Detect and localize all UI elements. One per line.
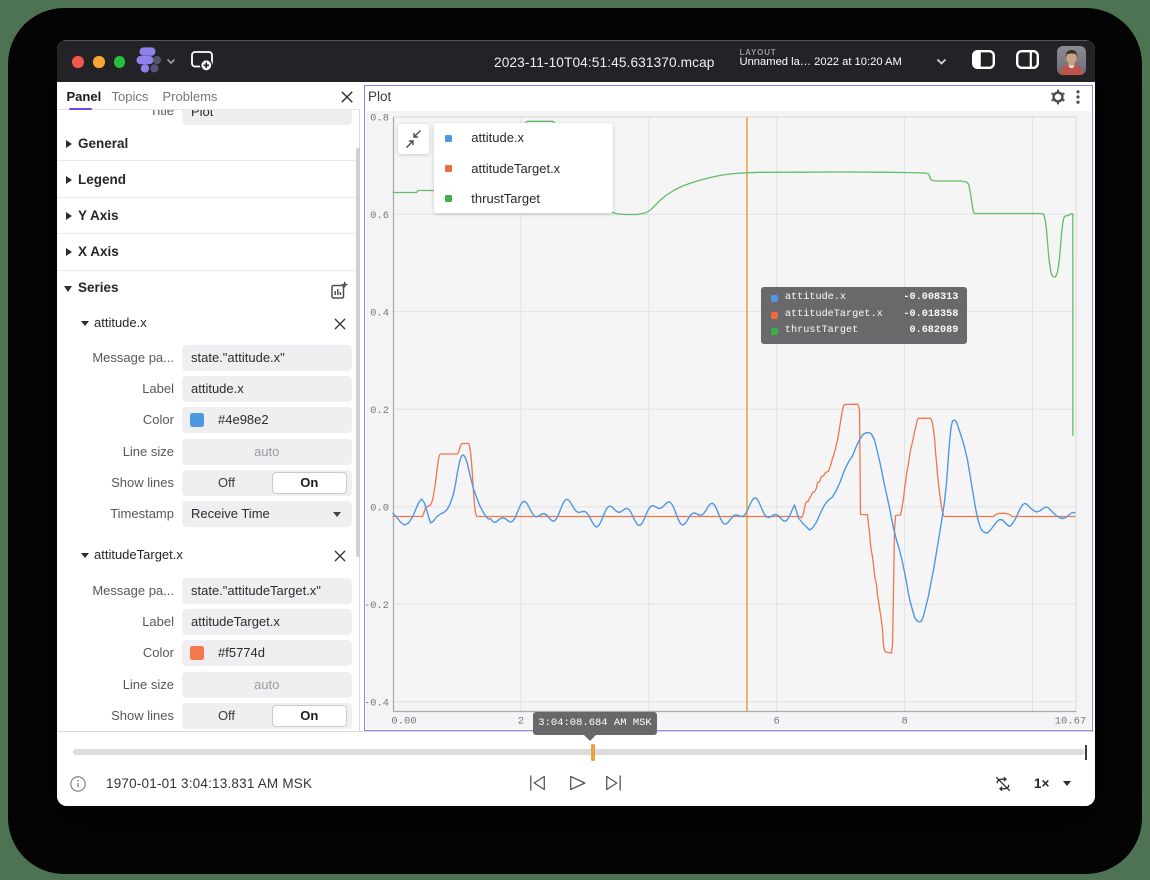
svg-text:10.67: 10.67 [1054,716,1086,728]
svg-text:8: 8 [901,716,907,728]
svg-text:0.00: 0.00 [391,716,416,728]
svg-text:0.0: 0.0 [370,502,389,514]
svg-text:0.2: 0.2 [370,405,389,417]
svg-text:0.4: 0.4 [370,307,389,319]
svg-text:-0.4: -0.4 [366,697,389,709]
svg-text:2: 2 [517,716,523,728]
svg-text:0.8: 0.8 [370,113,389,125]
svg-text:-0.2: -0.2 [366,600,389,612]
svg-text:6: 6 [773,716,779,728]
svg-text:0.6: 0.6 [370,210,389,222]
